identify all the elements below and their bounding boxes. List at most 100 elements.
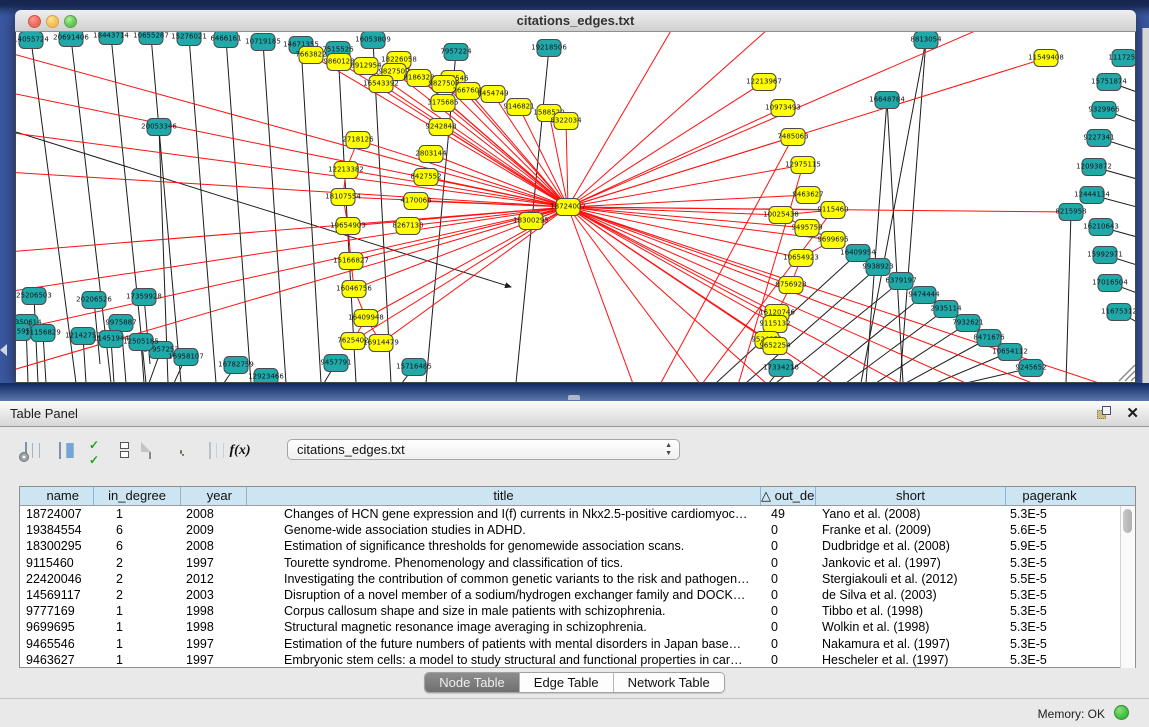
- graph-node[interactable]: 7957224: [440, 44, 472, 61]
- table-row[interactable]: 2242004622012Investigating the contribut…: [20, 571, 1135, 587]
- graph-node[interactable]: 17016504: [1092, 275, 1128, 292]
- graph-node[interactable]: 7932621: [952, 315, 983, 332]
- graph-node[interactable]: 9474444: [908, 287, 940, 304]
- graph-node[interactable]: 7663822: [295, 47, 326, 64]
- divider-knob[interactable]: [568, 395, 580, 400]
- table-select-dropdown[interactable]: citations_edges.txt ▲▼: [287, 439, 680, 460]
- graph-node[interactable]: 12975115: [785, 157, 821, 174]
- column-header-short[interactable]: short: [816, 487, 1006, 505]
- graph-node[interactable]: 8813054: [910, 32, 942, 49]
- graph-node[interactable]: 2718126: [342, 132, 374, 149]
- graph-node[interactable]: 12444134: [1074, 187, 1110, 204]
- table-row[interactable]: 1830029562008Estimation of significance …: [20, 538, 1135, 554]
- graph-node[interactable]: 15276021: [171, 32, 207, 46]
- tab-network-table[interactable]: Network Table: [614, 673, 724, 692]
- resize-grip[interactable]: [1119, 365, 1135, 381]
- graph-node[interactable]: 9242848: [425, 119, 456, 136]
- graph-node[interactable]: 12923466: [248, 369, 284, 384]
- graph-node[interactable]: 12213967: [746, 74, 782, 91]
- graph-node[interactable]: 10655287: [133, 32, 169, 45]
- graph-node[interactable]: 18300295: [513, 213, 549, 230]
- scrollbar-thumb[interactable]: [1123, 509, 1132, 533]
- graph-node[interactable]: 17334216: [763, 360, 799, 377]
- column-header-name[interactable]: name: [20, 487, 94, 505]
- row-height-button[interactable]: [112, 437, 136, 463]
- graph-node[interactable]: 8267130: [392, 218, 423, 235]
- graph-node[interactable]: 9756928: [775, 277, 806, 294]
- graph-node[interactable]: 19218506: [531, 40, 567, 57]
- panel-collapse-arrow-icon[interactable]: [0, 344, 7, 356]
- graph-node[interactable]: 12093872: [1076, 159, 1112, 176]
- graph-node[interactable]: 15751874: [1091, 74, 1127, 91]
- graph-node[interactable]: 8427552: [410, 169, 441, 186]
- delete-trash-button[interactable]: [168, 437, 192, 463]
- graph-node[interactable]: 16046756: [336, 281, 372, 298]
- graph-node[interactable]: 18443714: [93, 32, 129, 45]
- graph-node[interactable]: 9115132: [759, 316, 790, 333]
- select-all-checks-button[interactable]: ✓✓: [82, 437, 106, 463]
- graph-node[interactable]: 9245652: [1015, 360, 1046, 377]
- graph-node[interactable]: 16409948: [348, 310, 384, 327]
- graph-node[interactable]: 10719185: [245, 34, 281, 51]
- column-header-year[interactable]: year: [181, 487, 247, 505]
- network-canvas-wrap[interactable]: 1405572420691406184437141065528715276021…: [15, 32, 1136, 383]
- tab-node-table[interactable]: Node Table: [425, 673, 520, 692]
- graph-node[interactable]: 9495759: [791, 220, 822, 237]
- graph-node[interactable]: 4170068: [400, 193, 431, 210]
- graph-node[interactable]: 10654923: [783, 250, 819, 267]
- graph-node[interactable]: 2803144: [415, 146, 447, 163]
- column-header-in_degree[interactable]: in_degree: [94, 487, 181, 505]
- graph-node[interactable]: 9463627: [792, 187, 823, 204]
- column-header-title[interactable]: title: [247, 487, 761, 505]
- network-canvas[interactable]: 1405572420691406184437141065528715276021…: [16, 32, 1136, 383]
- graph-node[interactable]: 8454749: [477, 86, 508, 103]
- tab-edge-table[interactable]: Edge Table: [520, 673, 614, 692]
- close-panel-button[interactable]: ✕: [1126, 404, 1139, 422]
- table-row[interactable]: 1456911722003Disruption of a novel membe…: [20, 587, 1135, 603]
- graph-node[interactable]: 8912954: [350, 58, 382, 75]
- show-columns-button[interactable]: [48, 437, 72, 463]
- graph-node[interactable]: 15992971: [1087, 247, 1123, 264]
- graph-node[interactable]: 9227341: [1083, 130, 1114, 147]
- graph-node[interactable]: 9975887: [105, 315, 136, 332]
- new-document-button[interactable]: [138, 437, 162, 463]
- graph-node[interactable]: 16210643: [1083, 219, 1119, 236]
- table-row[interactable]: 1938455462009Genome-wide association stu…: [20, 522, 1135, 538]
- graph-node[interactable]: 11675312: [1101, 304, 1136, 321]
- graph-node[interactable]: 20691406: [53, 32, 89, 47]
- graph-node[interactable]: 16053809: [355, 32, 391, 49]
- graph-node[interactable]: 1117254: [1108, 50, 1136, 67]
- graph-node[interactable]: 17359928: [126, 289, 162, 306]
- graph-node[interactable]: 9938923: [862, 259, 893, 276]
- table-header-row[interactable]: namein_degreeyeartitle△ out_de…shortpage…: [20, 487, 1135, 506]
- graph-node[interactable]: 9146821: [503, 99, 534, 116]
- graph-node[interactable]: 16782759: [218, 357, 254, 374]
- function-builder-button[interactable]: f(x): [228, 437, 252, 463]
- table-row[interactable]: 969969511998Structural magnetic resonanc…: [20, 619, 1135, 635]
- graph-node[interactable]: 2935114: [930, 301, 962, 318]
- column-header-out_de[interactable]: △ out_de…: [761, 487, 816, 505]
- graph-node[interactable]: 3175685: [427, 95, 458, 112]
- vertical-scrollbar[interactable]: [1120, 506, 1135, 668]
- float-panel-icon[interactable]: [1097, 406, 1113, 422]
- window-titlebar[interactable]: citations_edges.txt: [15, 10, 1136, 32]
- graph-node[interactable]: 11549408: [1028, 50, 1064, 67]
- table-row[interactable]: 946362711997Embryonic stem cells: a mode…: [20, 652, 1135, 668]
- table-row[interactable]: 946554611997Estimation of the future num…: [20, 636, 1135, 652]
- table-row[interactable]: 1872400712008Changes of HCN gene express…: [20, 506, 1135, 522]
- table-body[interactable]: 1872400712008Changes of HCN gene express…: [20, 506, 1135, 668]
- graph-node[interactable]: 9652254: [759, 338, 791, 355]
- graph-node[interactable]: 6379197: [885, 273, 916, 290]
- graph-node[interactable]: 6466161: [210, 32, 241, 48]
- table-settings-button[interactable]: [14, 437, 38, 463]
- graph-node[interactable]: 20206526: [76, 292, 112, 309]
- graph-node[interactable]: 8322034: [550, 113, 582, 130]
- graph-node[interactable]: 9115460: [817, 202, 848, 219]
- graph-node[interactable]: 9699695: [817, 232, 848, 249]
- graph-node[interactable]: 8215958: [1055, 204, 1086, 221]
- graph-node[interactable]: 7485063: [777, 129, 808, 146]
- graph-node[interactable]: 18107554: [325, 189, 361, 206]
- graph-node[interactable]: 9457791: [320, 355, 351, 372]
- graph-node[interactable]: 9329966: [1088, 102, 1120, 119]
- table-row[interactable]: 911546021997Tourette syndrome. Phenomeno…: [20, 555, 1135, 571]
